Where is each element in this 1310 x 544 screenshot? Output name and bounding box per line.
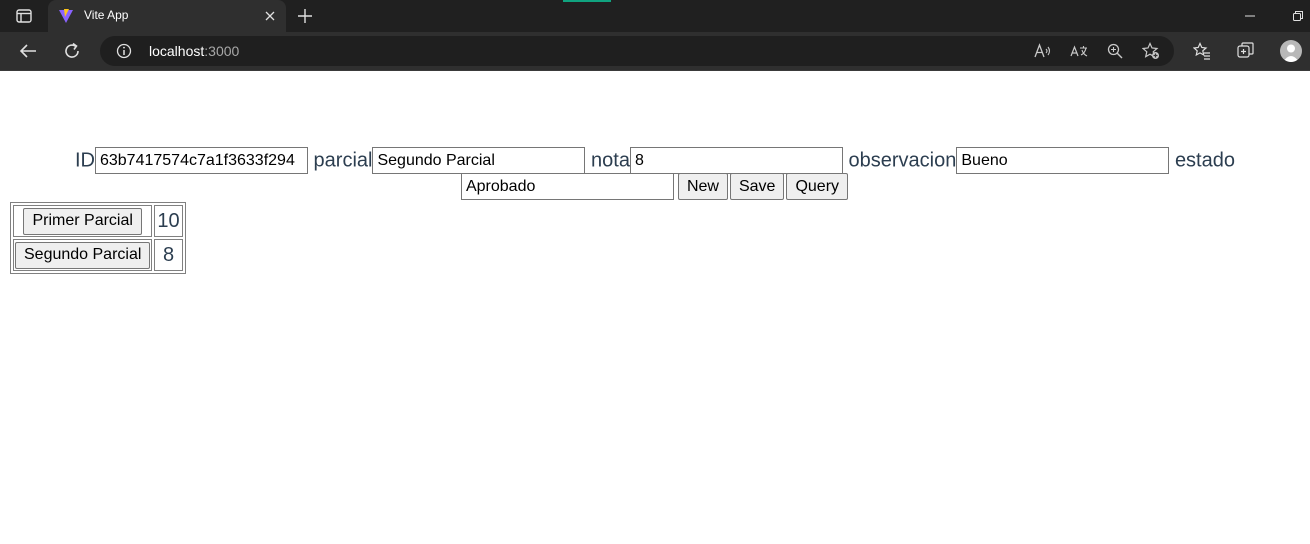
nota-cell: 8 [154, 239, 183, 271]
close-icon[interactable] [262, 8, 278, 24]
save-button[interactable]: Save [729, 173, 785, 201]
parcial-select-button[interactable]: Primer Parcial [23, 207, 142, 235]
estado-input[interactable] [460, 173, 674, 201]
form-row-primary: ID parcial nota observacion estado [0, 146, 1310, 175]
new-button[interactable]: New [677, 173, 728, 201]
tab-actions-icon[interactable] [10, 6, 38, 26]
table-row: Segundo Parcial 8 [13, 239, 183, 271]
add-favorite-icon[interactable] [1141, 41, 1161, 61]
url-port: :3000 [204, 43, 240, 59]
collections-icon[interactable] [1234, 39, 1258, 63]
parcial-label: parcial [313, 149, 373, 172]
url-text: localhost:3000 [149, 43, 239, 59]
nota-cell: 10 [154, 205, 183, 237]
estado-label: estado [1174, 149, 1235, 172]
restore-icon[interactable] [1288, 8, 1308, 24]
browser-tab[interactable]: Vite App [48, 0, 286, 32]
grades-table: Primer Parcial 10 Segundo Parcial 8 [10, 202, 186, 274]
query-button[interactable]: Query [786, 173, 849, 201]
zoom-icon[interactable] [1105, 41, 1125, 61]
vite-favicon-icon [58, 8, 74, 24]
browser-titlebar: Vite App [0, 0, 1310, 32]
info-icon[interactable] [116, 43, 132, 59]
url-host: localhost [149, 43, 205, 59]
observacion-input[interactable] [956, 147, 1170, 175]
parcial-input[interactable] [372, 147, 586, 175]
favorites-icon[interactable] [1190, 39, 1214, 63]
minimize-icon[interactable] [1240, 8, 1260, 24]
browser-toolbar: localhost:3000 [0, 32, 1310, 71]
observacion-label: observacion [848, 149, 957, 172]
id-input[interactable] [94, 147, 308, 175]
parcial-select-button[interactable]: Segundo Parcial [15, 241, 151, 269]
table-row: Primer Parcial 10 [13, 205, 183, 237]
grades-table-body: Primer Parcial 10 Segundo Parcial 8 [13, 205, 183, 271]
parcial-cell: Primer Parcial [13, 205, 153, 237]
plus-icon[interactable] [294, 6, 316, 26]
drag-region-indicator [563, 0, 611, 2]
form-row-secondary: NewSaveQuery [0, 173, 1310, 201]
profile-avatar-icon[interactable] [1280, 40, 1302, 62]
refresh-icon[interactable] [60, 39, 84, 63]
nota-input[interactable] [629, 147, 843, 175]
parcial-cell: Segundo Parcial [13, 239, 153, 271]
address-bar[interactable]: localhost:3000 [100, 36, 1174, 66]
id-label: ID [74, 149, 95, 172]
translate-icon[interactable] [1069, 41, 1089, 61]
nota-label: nota [591, 149, 630, 172]
back-arrow-icon[interactable] [16, 39, 40, 63]
page-content: ID parcial nota observacion estado NewSa… [0, 71, 1310, 544]
read-aloud-icon[interactable] [1033, 41, 1053, 61]
tab-title: Vite App [84, 8, 129, 22]
